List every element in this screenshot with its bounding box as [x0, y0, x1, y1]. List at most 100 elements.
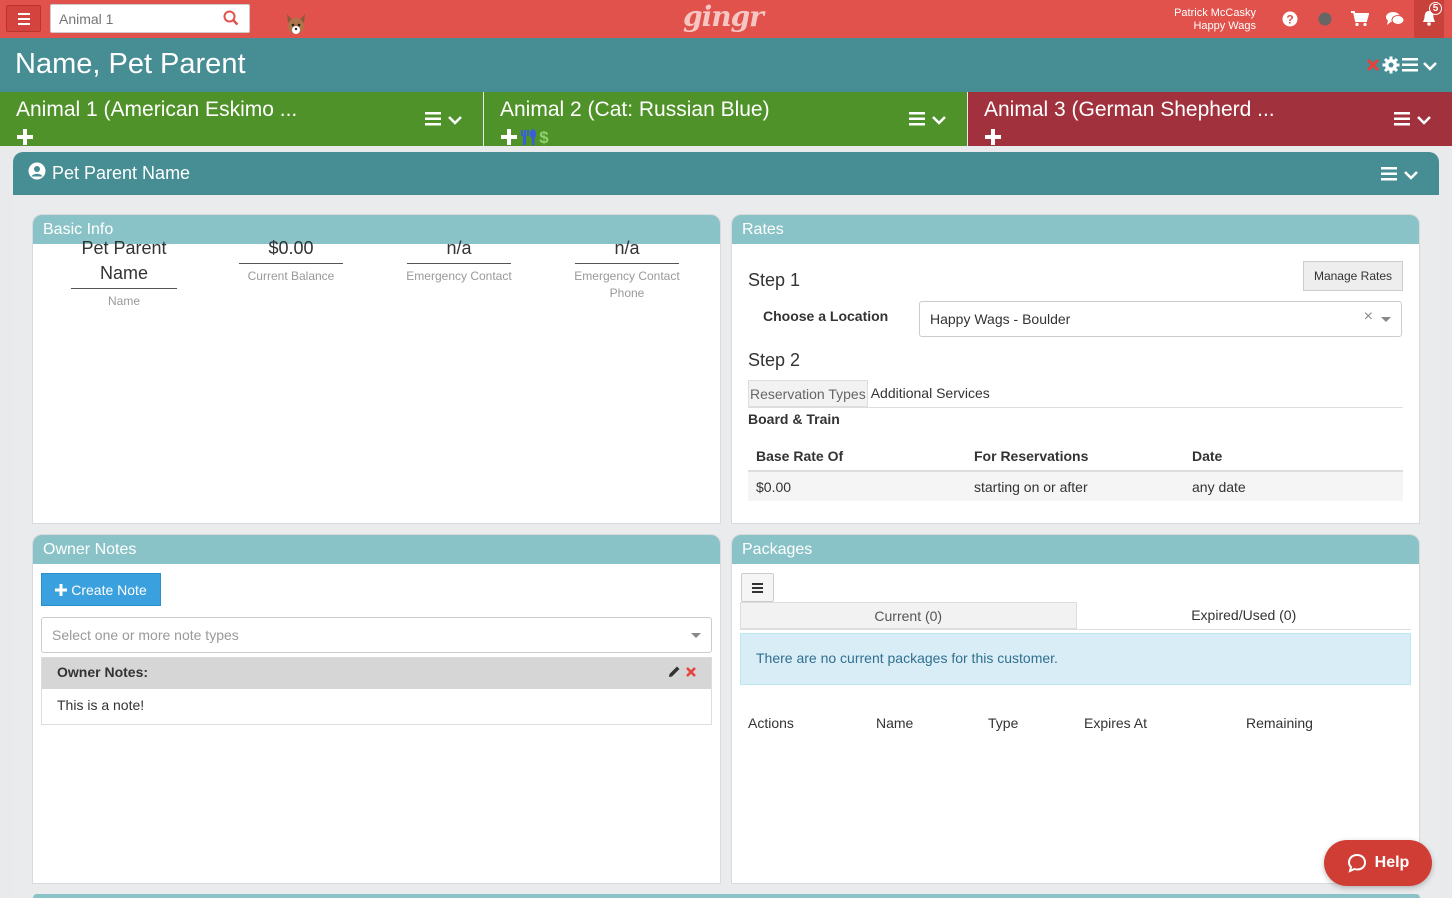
hamburger-icon[interactable]: [1402, 58, 1420, 77]
pet-parent-header: Pet Parent Name: [13, 152, 1439, 195]
delete-icon[interactable]: [685, 665, 697, 682]
plus-icon[interactable]: [500, 128, 518, 151]
notifications-button[interactable]: 5: [1414, 0, 1444, 38]
table-cell: starting on or after: [966, 471, 1184, 501]
caret-down-icon[interactable]: [1381, 317, 1391, 322]
chat-icon[interactable]: [1377, 0, 1412, 38]
step-1-label: Step 1: [748, 270, 801, 290]
column-header: Actions: [748, 715, 794, 731]
manage-rates-button[interactable]: Manage Rates: [1302, 261, 1403, 291]
chevron-down-icon[interactable]: [1416, 113, 1432, 131]
location-select[interactable]: Happy Wags - Boulder ×: [919, 301, 1402, 337]
emergency-phone-label: Emergency Contact Phone: [574, 269, 680, 300]
column-header: Type: [988, 715, 1019, 731]
balance-value: $0.00: [239, 236, 343, 264]
status-circle-icon[interactable]: [1307, 0, 1342, 38]
plus-icon: [55, 583, 68, 596]
hamburger-icon[interactable]: [1394, 112, 1412, 131]
clear-selection-icon[interactable]: ×: [1364, 308, 1373, 326]
main-menu-button[interactable]: [6, 5, 41, 32]
table-cell: any date: [1184, 471, 1403, 501]
close-icon[interactable]: [1366, 58, 1380, 77]
hamburger-icon[interactable]: [909, 112, 927, 131]
animal-tabs: Animal 1 (American Eskimo ... Animal 2 (…: [0, 92, 1452, 147]
search-input[interactable]: [51, 5, 211, 32]
balance-field: $0.00 Current Balance: [236, 236, 346, 285]
balance-label: Current Balance: [247, 269, 335, 283]
animal-name: Animal 3 (German Shepherd ...: [984, 98, 1275, 121]
column-header: For Reservations: [966, 441, 1184, 472]
animal-tab-3[interactable]: Animal 3 (German Shepherd ...: [968, 92, 1452, 146]
note-body: This is a note!: [57, 697, 145, 713]
emergency-phone-field: n/a Emergency Contact Phone: [567, 236, 687, 302]
search-icon[interactable]: [223, 10, 239, 31]
animal-tab-1[interactable]: Animal 1 (American Eskimo ...: [0, 92, 484, 146]
column-header: Name: [876, 715, 914, 731]
pencil-icon[interactable]: [667, 665, 681, 682]
basic-info-panel: Basic Info Pet Parent Name Name $0.00 Cu…: [32, 214, 721, 524]
cart-icon[interactable]: [1342, 0, 1377, 38]
column-header: Expires At: [1084, 715, 1148, 731]
svg-text:?: ?: [1286, 13, 1293, 27]
step-2-label: Step 2: [748, 350, 801, 370]
column-header: Date: [1184, 441, 1403, 472]
table-cell: $0.00: [748, 471, 966, 501]
name-value: Pet Parent Name: [71, 236, 177, 289]
plus-icon[interactable]: [16, 128, 34, 151]
tab-expired-packages[interactable]: Expired/Used (0): [1077, 602, 1412, 629]
search-box[interactable]: [50, 4, 250, 33]
packages-menu-button[interactable]: [741, 573, 774, 602]
gear-icon[interactable]: [1382, 56, 1400, 79]
tab-additional-services[interactable]: Additional Services: [868, 380, 991, 407]
column-header: Remaining: [1246, 715, 1313, 731]
tab-reservation-types[interactable]: Reservation Types: [748, 380, 868, 407]
dog-avatar-icon: [284, 12, 308, 36]
animal-tab-2[interactable]: Animal 2 (Cat: Russian Blue) $: [484, 92, 968, 147]
customer-title-bar: Name, Pet Parent: [0, 38, 1452, 92]
hamburger-icon[interactable]: [425, 112, 443, 131]
plus-icon[interactable]: [984, 128, 1002, 151]
page-title: Name, Pet Parent: [15, 48, 246, 80]
create-note-button[interactable]: Create Note: [41, 573, 161, 606]
table-row: $0.00 starting on or after any date: [748, 471, 1403, 501]
rate-type-tabs: Reservation Types Additional Services: [748, 380, 1403, 408]
packages-panel: Packages Current (0) Expired/Used (0) Th…: [731, 534, 1420, 884]
rates-panel: Rates Step 1 Manage Rates Choose a Locat…: [731, 214, 1420, 524]
location-value: Happy Wags - Boulder: [930, 311, 1071, 327]
animal-name: Animal 1 (American Eskimo ...: [16, 98, 298, 121]
hamburger-icon[interactable]: [1381, 167, 1399, 186]
user-name: Patrick McCasky: [1174, 7, 1256, 19]
feeding-icon[interactable]: [519, 128, 537, 151]
help-button[interactable]: Help: [1324, 840, 1432, 886]
packages-tabs: Current (0) Expired/Used (0): [740, 602, 1411, 630]
note-card: Owner Notes: This is a note!: [41, 657, 712, 725]
chevron-down-icon[interactable]: [1403, 168, 1419, 186]
emergency-phone-value: n/a: [575, 236, 679, 264]
next-panel-header: [33, 894, 1420, 898]
create-note-label: Create Note: [71, 581, 147, 598]
name-label: Name: [107, 294, 140, 308]
help-label: Help: [1374, 854, 1410, 871]
animal-2-actions: $: [500, 128, 550, 151]
caret-down-icon[interactable]: [691, 633, 701, 638]
tab-current-packages[interactable]: Current (0): [740, 602, 1077, 629]
emergency-contact-value: n/a: [407, 236, 511, 264]
chevron-down-icon[interactable]: [1422, 59, 1438, 77]
dollar-icon[interactable]: $: [538, 128, 550, 151]
user-circle-icon: [28, 162, 46, 185]
user-info[interactable]: Patrick McCasky Happy Wags: [1174, 7, 1256, 33]
chat-bubble-icon: [1347, 853, 1366, 873]
note-type-select[interactable]: Select one or more note types: [41, 617, 712, 653]
chevron-down-icon[interactable]: [447, 113, 463, 131]
gingr-logo: gingr: [683, 0, 764, 33]
chevron-down-icon[interactable]: [931, 113, 947, 131]
emergency-contact-label: Emergency Contact: [406, 269, 512, 283]
rates-table: Base Rate Of For Reservations Date $0.00…: [748, 441, 1403, 501]
help-question-icon[interactable]: ?: [1272, 0, 1307, 38]
animal-name: Animal 2 (Cat: Russian Blue): [500, 98, 770, 121]
user-location: Happy Wags: [1193, 20, 1256, 32]
location-label: Choose a Location: [763, 308, 889, 324]
owner-notes-panel: Owner Notes Create Note Select one or mo…: [32, 534, 721, 884]
svg-text:$: $: [539, 128, 549, 146]
owner-notes-title: Owner Notes: [33, 535, 720, 564]
